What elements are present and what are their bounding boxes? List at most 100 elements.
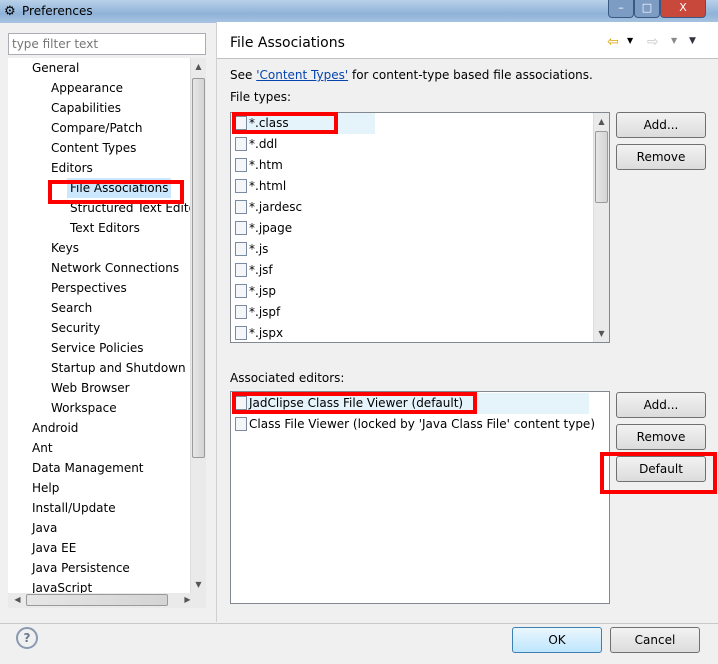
tree-item[interactable]: Network Connections bbox=[51, 258, 179, 278]
view-menu-icon[interactable]: ▼ bbox=[689, 36, 696, 46]
file-types-list[interactable]: *.class *.ddl *.htm *.html *.jardesc *.jpage *… bbox=[230, 112, 610, 343]
tree-item[interactable]: Text Editors bbox=[70, 218, 140, 238]
forward-menu-chevron-icon[interactable]: ▼ bbox=[671, 36, 677, 45]
class-file-icon bbox=[235, 417, 247, 431]
tree-item[interactable]: Security bbox=[51, 318, 100, 338]
remove-file-type-button[interactable]: Remove bbox=[616, 144, 706, 170]
tree-item[interactable]: Startup and Shutdown bbox=[51, 358, 186, 378]
tree-item[interactable]: Install/Update bbox=[32, 498, 116, 518]
file-type-label: *.htm bbox=[249, 158, 283, 172]
file-icon bbox=[235, 284, 247, 298]
file-types-label: File types: bbox=[230, 90, 291, 104]
tree-item[interactable]: Java EE bbox=[32, 538, 76, 558]
highlight-box bbox=[600, 452, 717, 494]
file-type-item[interactable]: *.jpage bbox=[235, 218, 292, 239]
file-icon bbox=[235, 326, 247, 340]
scroll-right-icon[interactable]: ▶ bbox=[180, 595, 195, 604]
tree-item[interactable]: Help bbox=[32, 478, 59, 498]
file-icon bbox=[235, 158, 247, 172]
tree-item[interactable]: Web Browser bbox=[51, 378, 130, 398]
file-type-item[interactable]: *.ddl bbox=[235, 134, 277, 155]
file-type-label: *.jardesc bbox=[249, 200, 303, 214]
file-type-item[interactable]: *.jardesc bbox=[235, 197, 302, 218]
content-types-link[interactable]: 'Content Types' bbox=[256, 68, 348, 82]
filter-input[interactable] bbox=[8, 33, 206, 55]
file-icon bbox=[235, 200, 247, 214]
page-header: File Associations ⇦ ▼ ⇨ ▼ ▼ bbox=[217, 22, 718, 59]
forward-arrow-icon[interactable]: ⇨ bbox=[647, 34, 659, 50]
file-type-label: *.js bbox=[249, 242, 269, 256]
window-title: Preferences bbox=[22, 4, 93, 18]
minimize-button[interactable]: – bbox=[608, 0, 634, 18]
tree-item[interactable]: Appearance bbox=[51, 78, 123, 98]
highlight-box bbox=[48, 180, 184, 204]
close-button[interactable]: X bbox=[660, 0, 706, 18]
file-type-label: *.jsp bbox=[249, 284, 277, 298]
add-editor-button[interactable]: Add... bbox=[616, 392, 706, 418]
file-icon bbox=[235, 179, 247, 193]
file-type-item[interactable]: *.js bbox=[235, 239, 268, 260]
editor-label: Class File Viewer (locked by 'Java Class… bbox=[249, 417, 595, 431]
tree-item[interactable]: Search bbox=[51, 298, 92, 318]
tree-item[interactable]: Data Management bbox=[32, 458, 144, 478]
desc-text: See bbox=[230, 68, 257, 82]
scroll-thumb[interactable] bbox=[192, 78, 205, 458]
tree-item[interactable]: Perspectives bbox=[51, 278, 127, 298]
scroll-left-icon[interactable]: ◀ bbox=[10, 595, 25, 604]
tree-item[interactable]: Java bbox=[32, 518, 57, 538]
sash[interactable] bbox=[216, 22, 217, 622]
highlight-box bbox=[232, 392, 477, 414]
file-icon bbox=[235, 221, 247, 235]
back-arrow-icon[interactable]: ⇦ bbox=[607, 34, 619, 50]
file-type-label: *.jsf bbox=[249, 263, 273, 277]
file-type-label: *.jspf bbox=[249, 305, 281, 319]
description: See 'Content Types' for content-type bas… bbox=[230, 68, 593, 82]
file-types-scrollbar[interactable]: ▲ ▼ bbox=[593, 113, 609, 342]
scroll-down-icon[interactable]: ▼ bbox=[191, 580, 206, 589]
file-type-item[interactable]: *.jspx bbox=[235, 323, 283, 342]
tree-item[interactable]: General bbox=[32, 58, 79, 78]
file-icon bbox=[235, 137, 247, 151]
tree-item[interactable]: Workspace bbox=[51, 398, 117, 418]
editor-item[interactable]: Class File Viewer (locked by 'Java Class… bbox=[235, 414, 595, 435]
ok-button[interactable]: OK bbox=[512, 627, 602, 653]
cancel-button[interactable]: Cancel bbox=[610, 627, 700, 653]
tree-item[interactable]: Java Persistence bbox=[32, 558, 130, 578]
page-title: File Associations bbox=[230, 35, 345, 51]
tree-item[interactable]: Content Types bbox=[51, 138, 136, 158]
remove-editor-button[interactable]: Remove bbox=[616, 424, 706, 450]
back-menu-chevron-icon[interactable]: ▼ bbox=[627, 36, 633, 45]
tree-vertical-scrollbar[interactable]: ▲ ▼ bbox=[190, 58, 206, 593]
preferences-gear-icon: ⚙ bbox=[4, 4, 16, 19]
tree-item[interactable]: Ant bbox=[32, 438, 53, 458]
tree-item[interactable]: Android bbox=[32, 418, 78, 438]
tree-item[interactable]: Capabilities bbox=[51, 98, 121, 118]
file-type-label: *.html bbox=[249, 179, 287, 193]
h-scroll-thumb[interactable] bbox=[26, 594, 168, 606]
tree-item[interactable]: Compare/Patch bbox=[51, 118, 142, 138]
scroll-up-icon[interactable]: ▲ bbox=[191, 62, 206, 71]
file-type-item[interactable]: *.html bbox=[235, 176, 286, 197]
file-type-item[interactable]: *.jsp bbox=[235, 281, 276, 302]
file-type-item[interactable]: *.htm bbox=[235, 155, 283, 176]
tree-item[interactable]: Service Policies bbox=[51, 338, 144, 358]
help-icon[interactable]: ? bbox=[16, 627, 38, 649]
scroll-thumb[interactable] bbox=[595, 131, 608, 203]
scroll-down-icon[interactable]: ▼ bbox=[594, 329, 609, 338]
footer-divider bbox=[0, 623, 718, 624]
tree-item[interactable]: Keys bbox=[51, 238, 79, 258]
highlight-box bbox=[232, 112, 338, 134]
scroll-up-icon[interactable]: ▲ bbox=[594, 117, 609, 126]
desc-text: for content-type based file associations… bbox=[348, 68, 593, 82]
tree-horizontal-scrollbar[interactable]: ◀ ▶ bbox=[8, 593, 206, 608]
file-icon bbox=[235, 242, 247, 256]
associated-editors-list[interactable]: JadClipse Class File Viewer (default) Cla… bbox=[230, 391, 610, 604]
add-file-type-button[interactable]: Add... bbox=[616, 112, 706, 138]
tree-item[interactable]: Editors bbox=[51, 158, 93, 178]
file-icon bbox=[235, 263, 247, 277]
file-type-item[interactable]: *.jsf bbox=[235, 260, 273, 281]
maximize-button[interactable]: □ bbox=[634, 0, 660, 18]
file-type-item[interactable]: *.jspf bbox=[235, 302, 280, 323]
file-type-label: *.ddl bbox=[249, 137, 278, 151]
file-icon bbox=[235, 305, 247, 319]
